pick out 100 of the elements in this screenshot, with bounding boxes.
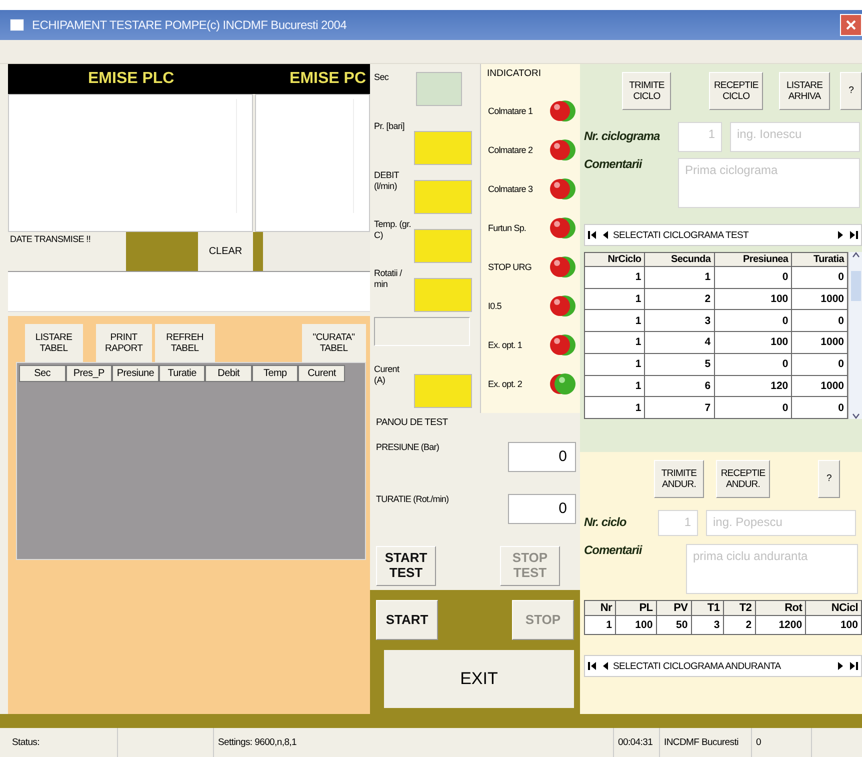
column-header: Rot [755, 600, 806, 616]
table-cell: 0 [792, 396, 848, 418]
table-cell: 1 [584, 266, 645, 288]
table-cell: 1000 [792, 375, 848, 397]
indicator-label: Furtun Sp. [487, 222, 528, 234]
last-record-icon[interactable] [849, 230, 859, 240]
column-header: Pres_P [66, 365, 112, 382]
cycle-button[interactable]: LISTARE ARHIVA [778, 72, 830, 110]
column-header: Presiune [112, 365, 159, 382]
window-icon [10, 19, 24, 31]
table-cell: 0 [714, 396, 792, 418]
last-record-icon[interactable] [849, 661, 859, 671]
column-header: T1 [691, 600, 724, 616]
time-text: 00:04:31 [614, 728, 660, 757]
table-cell: 2 [723, 616, 756, 634]
indicator-label: I0.5 [487, 300, 502, 312]
input-field[interactable]: 0 [508, 442, 576, 472]
status-text: Status: [8, 728, 118, 757]
first-record-icon[interactable] [587, 230, 597, 240]
table-cell: 1000 [792, 288, 848, 310]
field-label: Nr. ciclo [584, 516, 628, 530]
panel-background [253, 232, 263, 271]
input-field[interactable] [8, 272, 370, 312]
table-cell: 1 [584, 353, 645, 376]
table-cell: 6 [644, 375, 714, 397]
table-cell: 3 [691, 616, 724, 634]
indicator-label: Colmatare 1 [487, 104, 534, 118]
endurance-button[interactable]: RECEPTIE ANDUR. [716, 460, 770, 498]
indicator-label: Colmatare 2 [487, 144, 534, 156]
table-cell: 2 [644, 288, 714, 310]
cycle-button[interactable]: RECEPTIE CICLO [709, 72, 763, 110]
field-label: Comentarii [584, 158, 644, 172]
table-cell: 5 [644, 353, 714, 376]
settings-text: Settings: 9600,n,8,1 [214, 728, 614, 757]
column-header: NCicl [806, 600, 862, 616]
table-cell: 0 [792, 266, 848, 288]
column-header: Turatie [158, 365, 206, 382]
column-header: PV [656, 600, 692, 616]
table-button[interactable]: LISTARE TABEL [25, 324, 83, 362]
column-header: Curent [298, 365, 346, 382]
measurement-label: Curent (A) [374, 364, 400, 387]
location-text: INCDMF Bucuresti [660, 728, 752, 757]
scrollbar[interactable] [848, 252, 862, 419]
column-header: Turatia [792, 252, 848, 266]
measurement-display [414, 130, 472, 165]
column-header: Debit [205, 365, 252, 382]
header-label: EMISE PLC [88, 70, 174, 88]
header-label: EMISE PC [290, 70, 366, 88]
test-button[interactable]: START TEST [376, 546, 436, 586]
table-button[interactable]: REFREH TABEL [155, 324, 215, 362]
next-record-icon[interactable] [837, 230, 845, 240]
close-icon [846, 20, 856, 30]
previous-record-icon[interactable] [601, 661, 609, 671]
first-record-icon[interactable] [587, 661, 597, 671]
endurance-button[interactable]: TRIMITE ANDUR. [654, 460, 704, 498]
table-cell: 1 [584, 375, 645, 397]
table-cell: 0 [792, 310, 848, 332]
table-cell: 100 [615, 616, 656, 634]
measurement-display [416, 72, 462, 106]
field-label: Comentarii [584, 544, 644, 558]
control-button[interactable]: START [376, 600, 438, 640]
exit-button[interactable]: EXIT [384, 650, 574, 708]
table-cell: 100 [714, 288, 792, 310]
indicator-label: Ex. opt. 2 [487, 378, 524, 390]
table-cell: 0 [792, 353, 848, 376]
endurance-button[interactable]: ? [818, 460, 840, 498]
table-button[interactable]: PRINT RAPORT [96, 324, 152, 362]
table-cell: 0 [714, 353, 792, 376]
cycle-button[interactable]: ? [840, 72, 862, 110]
measurement-label: Rotatii / min [374, 268, 403, 290]
indicator-label: STOP URG [487, 260, 532, 274]
table-cell: 50 [656, 616, 692, 634]
cycle-button[interactable]: TRIMITE CICLO [622, 72, 672, 110]
scrollbar-thumb[interactable] [850, 270, 860, 300]
scroll-down-icon[interactable] [852, 413, 860, 419]
input-field[interactable]: 0 [508, 494, 576, 524]
table-cell: 1200 [755, 616, 806, 634]
field-label: PRESIUNE (Bar) [376, 442, 439, 452]
next-record-icon[interactable] [837, 661, 845, 671]
column-header: Temp [252, 365, 298, 382]
scroll-up-icon[interactable] [852, 252, 860, 258]
count-text: 0 [752, 728, 812, 757]
table-cell: 1 [584, 288, 645, 310]
table-cell: 4 [644, 332, 714, 354]
panel-title: INDICATORI [487, 68, 542, 79]
table-cell: 3 [644, 310, 714, 332]
column-header: Nr [584, 600, 616, 616]
navigator-label: SELECTATI CICLOGRAMA TEST [613, 230, 750, 240]
table-cell: 7 [644, 396, 714, 418]
previous-record-icon[interactable] [601, 230, 609, 240]
table-cell: 100 [806, 616, 862, 634]
column-header: Secunda [644, 252, 714, 266]
panel-title: PANOU DE TEST [376, 417, 449, 428]
table-button[interactable]: "CURATA" TABEL [302, 324, 366, 362]
table-cell: 1 [584, 616, 616, 634]
measurement-label: Pr. [bari] [374, 120, 406, 132]
indicator-label: Ex. opt. 1 [487, 338, 524, 352]
column-header: Sec [19, 365, 66, 382]
close-button[interactable] [840, 14, 862, 36]
table-cell: 100 [714, 332, 792, 354]
